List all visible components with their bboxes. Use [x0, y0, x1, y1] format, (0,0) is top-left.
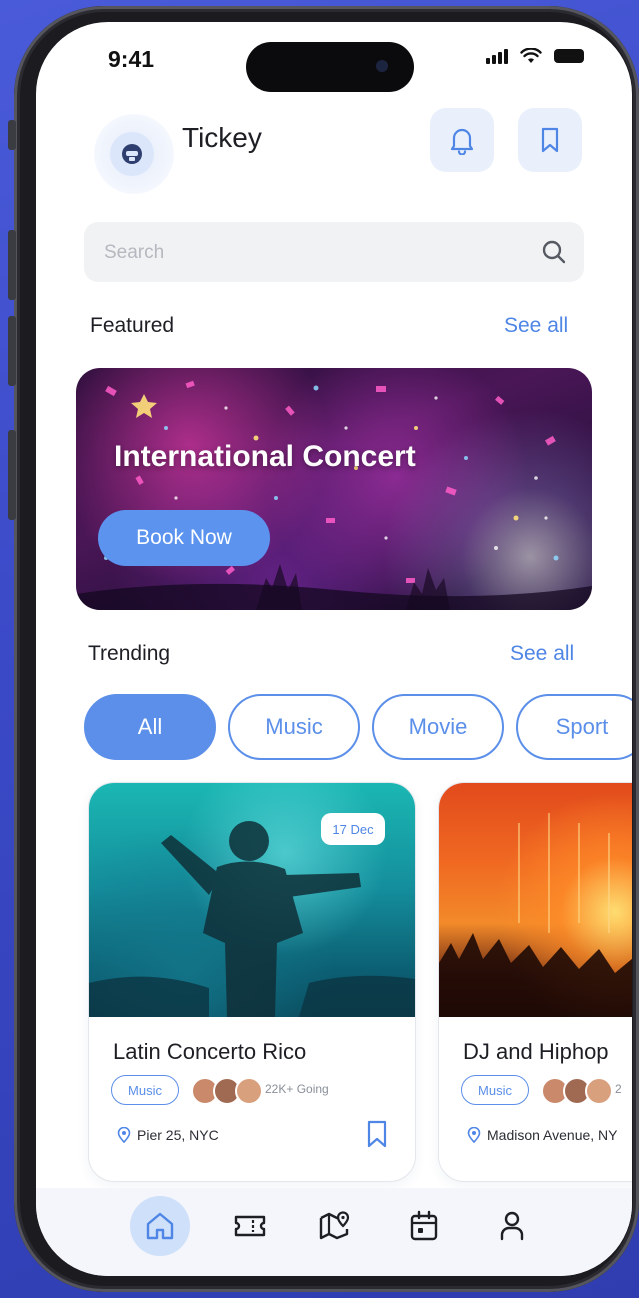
- category-chip-sport[interactable]: Sport: [516, 694, 632, 760]
- avatar: [585, 1077, 613, 1105]
- ticket-icon: [234, 1215, 266, 1237]
- battery-icon: [554, 49, 584, 63]
- nav-map[interactable]: [304, 1196, 364, 1256]
- category-chip-music[interactable]: Music: [228, 694, 360, 760]
- nav-tickets[interactable]: [220, 1196, 280, 1256]
- volume-down-button: [8, 316, 16, 386]
- bookmarks-button[interactable]: [518, 108, 582, 172]
- event-location-text: Pier 25, NYC: [137, 1127, 219, 1143]
- event-category-tag: Music: [461, 1075, 529, 1105]
- bell-icon: [450, 128, 474, 155]
- featured-event-title: International Concert: [114, 440, 416, 473]
- book-now-button[interactable]: Book Now: [98, 510, 270, 566]
- status-icons: [486, 48, 584, 64]
- event-date-badge: 17 Dec: [321, 813, 385, 845]
- event-image: 17 Dec: [89, 783, 415, 1017]
- profile-icon: [500, 1211, 524, 1241]
- bookmark-icon: [541, 127, 559, 153]
- mute-switch: [8, 120, 16, 150]
- attendee-avatars: [541, 1077, 613, 1105]
- featured-section-title: Featured: [90, 314, 175, 337]
- event-category-tag: Music: [111, 1075, 179, 1105]
- nav-calendar[interactable]: [394, 1196, 454, 1256]
- event-image: [439, 783, 632, 1017]
- category-chip-movie[interactable]: Movie: [372, 694, 504, 760]
- notifications-button[interactable]: [430, 108, 494, 172]
- event-title: DJ and Hiphop: [463, 1039, 609, 1064]
- featured-banner[interactable]: International Concert Book Now: [76, 368, 592, 610]
- crowd-silhouette: [439, 813, 632, 1017]
- location-pin-icon: [467, 1127, 481, 1143]
- event-location-text: Madison Avenue, NY: [487, 1127, 618, 1143]
- trending-see-all-link[interactable]: See all: [510, 642, 574, 666]
- event-location: Madison Avenue, NY: [467, 1127, 618, 1143]
- camera-dot: [376, 60, 388, 72]
- nav-profile[interactable]: [482, 1196, 542, 1256]
- map-icon: [319, 1211, 350, 1240]
- app-screen: 9:41 Tickey Search Featured See all Inte…: [36, 22, 632, 1276]
- search-icon[interactable]: [540, 238, 568, 266]
- attendee-count: 2: [615, 1082, 622, 1096]
- search-input[interactable]: [102, 236, 506, 270]
- search-bar[interactable]: [84, 222, 584, 282]
- confetti-image: [76, 380, 592, 610]
- calendar-icon: [410, 1210, 438, 1241]
- app-logo: [94, 114, 174, 194]
- home-icon: [146, 1212, 174, 1240]
- event-location: Pier 25, NYC: [117, 1127, 219, 1143]
- attendee-count: 22K+ Going: [265, 1082, 329, 1096]
- signal-icon: [486, 48, 508, 64]
- avatar: [235, 1077, 263, 1105]
- side-button: [8, 430, 16, 520]
- dynamic-island: [246, 42, 414, 92]
- app-name: Tickey: [182, 122, 262, 153]
- event-title: Latin Concerto Rico: [113, 1039, 307, 1064]
- status-time: 9:41: [108, 46, 155, 72]
- featured-see-all-link[interactable]: See all: [504, 314, 568, 338]
- tickey-logo-icon: [110, 132, 154, 176]
- volume-up-button: [8, 230, 16, 300]
- wifi-icon: [520, 48, 542, 63]
- nav-home[interactable]: [130, 1196, 190, 1256]
- category-chip-all[interactable]: All: [84, 694, 216, 760]
- bookmark-icon[interactable]: [365, 1119, 389, 1149]
- attendee-avatars: [191, 1077, 263, 1105]
- bottom-navigation: [36, 1188, 632, 1276]
- location-pin-icon: [117, 1127, 131, 1143]
- event-card[interactable]: DJ and Hiphop Music 2 Madison Avenue, NY: [438, 782, 632, 1182]
- trending-section-title: Trending: [88, 642, 171, 665]
- event-card[interactable]: 17 Dec Latin Concerto Rico Music 22K+ Go…: [88, 782, 416, 1182]
